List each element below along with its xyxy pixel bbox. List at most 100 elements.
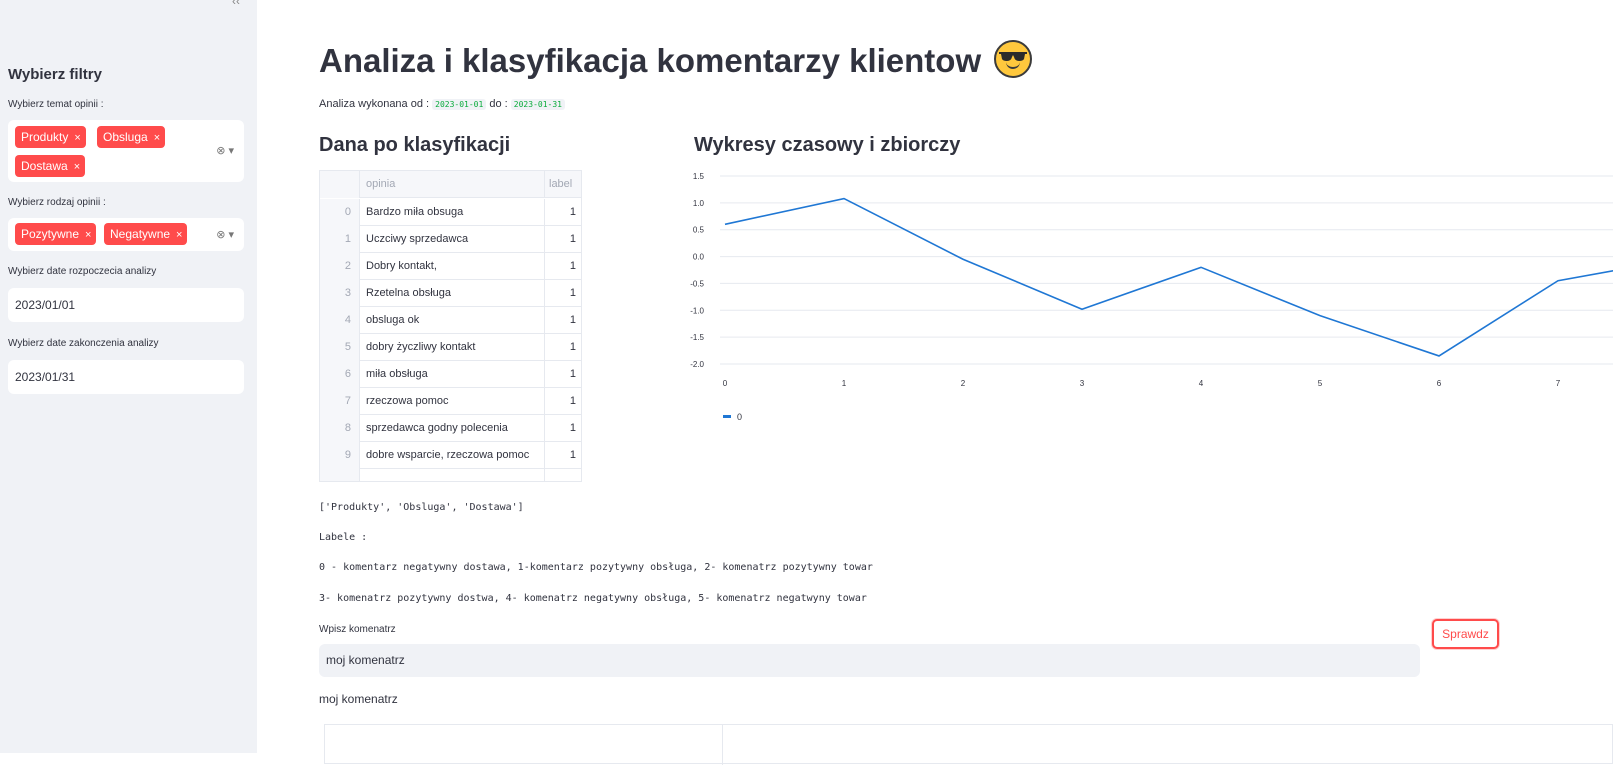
header-index [320, 171, 360, 198]
cell-label: 1 [569, 206, 576, 218]
start-date-label: Wybierz date rozpoczecia analizy [8, 266, 157, 277]
cell-opinia: obsluga ok [360, 307, 545, 334]
cell-label: 1 [569, 368, 576, 380]
row-index: 8 [320, 415, 360, 442]
y-tick-label: 0.5 [693, 226, 705, 235]
row-index: 0 [320, 199, 360, 226]
row-index: 5 [320, 334, 360, 361]
clear-dropdown-icon[interactable]: ⊗ ▾ [216, 228, 234, 241]
classification-table[interactable]: opinia label 0 Bardzo miła obsuga 1 1 Uc… [319, 170, 582, 482]
table-row: 2 Dobry kontakt, 1 [320, 253, 581, 280]
cell-label: 1 [569, 314, 576, 326]
x-tick-label: 1 [842, 379, 847, 388]
result-table [324, 724, 1613, 765]
table-row: 5 dobry życzliwy kontakt 1 [320, 334, 581, 361]
comment-input-label: Wpisz komenatrz [319, 624, 396, 635]
range-prefix: Analiza wykonana od : [319, 98, 430, 110]
table-row: 1 Uczciwy sprzedawca 1 [320, 226, 581, 253]
cell-opinia: Rzetelna obsługa [360, 280, 545, 307]
cell-label: 1 [569, 260, 576, 272]
row-index: 7 [320, 388, 360, 415]
cell-opinia [360, 469, 545, 481]
clear-dropdown-icon[interactable]: ⊗ ▾ [216, 144, 234, 157]
tag-produkty: Produkty × [15, 126, 86, 148]
x-tick-label: 7 [1556, 379, 1561, 388]
remove-tag-icon[interactable]: × [74, 127, 80, 149]
topic-multiselect[interactable]: Produkty × Obsluga × Dostawa × ⊗ ▾ [8, 120, 244, 182]
sidebar-title: Wybierz filtry [8, 66, 102, 83]
tag-label: Dostawa [21, 159, 68, 173]
row-index: 1 [320, 226, 360, 253]
x-tick-label: 3 [1080, 379, 1085, 388]
header-opinia[interactable]: opinia [360, 171, 545, 198]
cell-opinia: Uczciwy sprzedawca [360, 226, 545, 253]
table-row: 7 rzeczowa pomoc 1 [320, 388, 581, 415]
page-title-text: Analiza i klasyfikacja komentarzy klient… [319, 42, 982, 79]
y-tick-label: -1.0 [690, 306, 704, 315]
comment-input[interactable]: moj komenatrz [319, 644, 1420, 677]
range-to-code: 2023-01-31 [510, 99, 565, 110]
x-tick-label: 4 [1199, 379, 1204, 388]
remove-tag-icon[interactable]: × [176, 224, 182, 246]
topic-label: Wybierz temat opinii : [8, 99, 104, 110]
table-heading: Dana po klasyfikacji [319, 134, 511, 156]
table-row: 8 sprzedawca godny polecenia 1 [320, 415, 581, 442]
main-content: Analiza i klasyfikacja komentarzy klient… [257, 0, 1613, 765]
remove-tag-icon[interactable]: × [85, 224, 91, 246]
cell-label: 1 [569, 341, 576, 353]
x-tick-label: 6 [1437, 379, 1442, 388]
end-date-label: Wybierz date zakonczenia analizy [8, 338, 159, 349]
row-index: 6 [320, 361, 360, 388]
range-from-code: 2023-01-01 [432, 99, 487, 110]
line-chart[interactable]: 1.5 1.0 0.5 0.0 -0.5 -1.0 -1.5 -2.0 0 1 2 3 4 5 6 7 0 [687, 162, 1613, 432]
x-tick-label: 5 [1318, 379, 1323, 388]
row-index: 2 [320, 253, 360, 280]
cell-opinia: Dobry kontakt, [360, 253, 545, 280]
remove-tag-icon[interactable]: × [154, 127, 160, 149]
range-mid: do : [489, 98, 508, 110]
y-tick-label: -2.0 [690, 360, 704, 369]
sunglasses-emoji-icon [994, 40, 1033, 78]
table-row: 4 obsluga ok 1 [320, 307, 581, 334]
cell-label: 1 [569, 449, 576, 461]
cell-opinia: sprzedawca godny polecenia [360, 415, 545, 442]
cell-label: 1 [569, 422, 576, 434]
table-row: 3 Rzetelna obsługa 1 [320, 280, 581, 307]
remove-tag-icon[interactable]: × [74, 156, 80, 178]
type-label: Wybierz rodzaj opinii : [8, 197, 106, 208]
cell-label: 1 [569, 395, 576, 407]
end-date-input[interactable]: 2023/01/31 [8, 360, 244, 394]
labels-title: Labele : [319, 532, 368, 543]
selected-topics-text: ['Produkty', 'Obsluga', 'Dostawa'] [319, 502, 524, 513]
y-tick-label: 1.5 [693, 172, 705, 181]
tag-obsluga: Obsluga × [97, 126, 166, 149]
start-date-input[interactable]: 2023/01/01 [8, 288, 244, 322]
table-row: 6 miła obsługa 1 [320, 361, 581, 388]
row-index [320, 469, 360, 481]
tag-label: Pozytywne [21, 227, 80, 241]
y-tick-label: -1.5 [690, 333, 704, 342]
row-index: 4 [320, 307, 360, 334]
chart-heading: Wykresy czasowy i zbiorczy [694, 134, 961, 156]
collapse-sidebar-icon[interactable]: ‹‹ [232, 0, 240, 8]
cell-opinia: miła obsługa [360, 361, 545, 388]
type-multiselect[interactable]: Pozytywne × Negatywne × ⊗ ▾ [8, 218, 244, 251]
tag-label: Produkty [21, 130, 69, 144]
cell-label: 1 [569, 233, 576, 245]
tag-label: Negatywne [110, 227, 171, 241]
y-tick-label: -0.5 [690, 279, 704, 288]
date-range-line: Analiza wykonana od : 2023-01-01 do : 20… [319, 98, 565, 110]
sidebar: ‹‹ Wybierz filtry Wybierz temat opinii :… [0, 0, 257, 753]
cell-opinia: dobre wsparcie, rzeczowa pomoc [360, 442, 545, 469]
check-button[interactable]: Sprawdz [1432, 619, 1499, 649]
table-row: 9 dobre wsparcie, rzeczowa pomoc 1 [320, 442, 581, 469]
header-label[interactable]: label [545, 171, 581, 198]
tag-pozytywne: Pozytywne × [15, 223, 97, 246]
table-row: 0 Bardzo miła obsuga 1 [320, 199, 581, 226]
legend-swatch [723, 415, 731, 418]
x-tick-label: 2 [961, 379, 966, 388]
cell-opinia: dobry życzliwy kontakt [360, 334, 545, 361]
cell-opinia: Bardzo miła obsuga [360, 199, 545, 226]
y-tick-label: 0.0 [693, 253, 705, 262]
table-header-row: opinia label [320, 171, 581, 198]
